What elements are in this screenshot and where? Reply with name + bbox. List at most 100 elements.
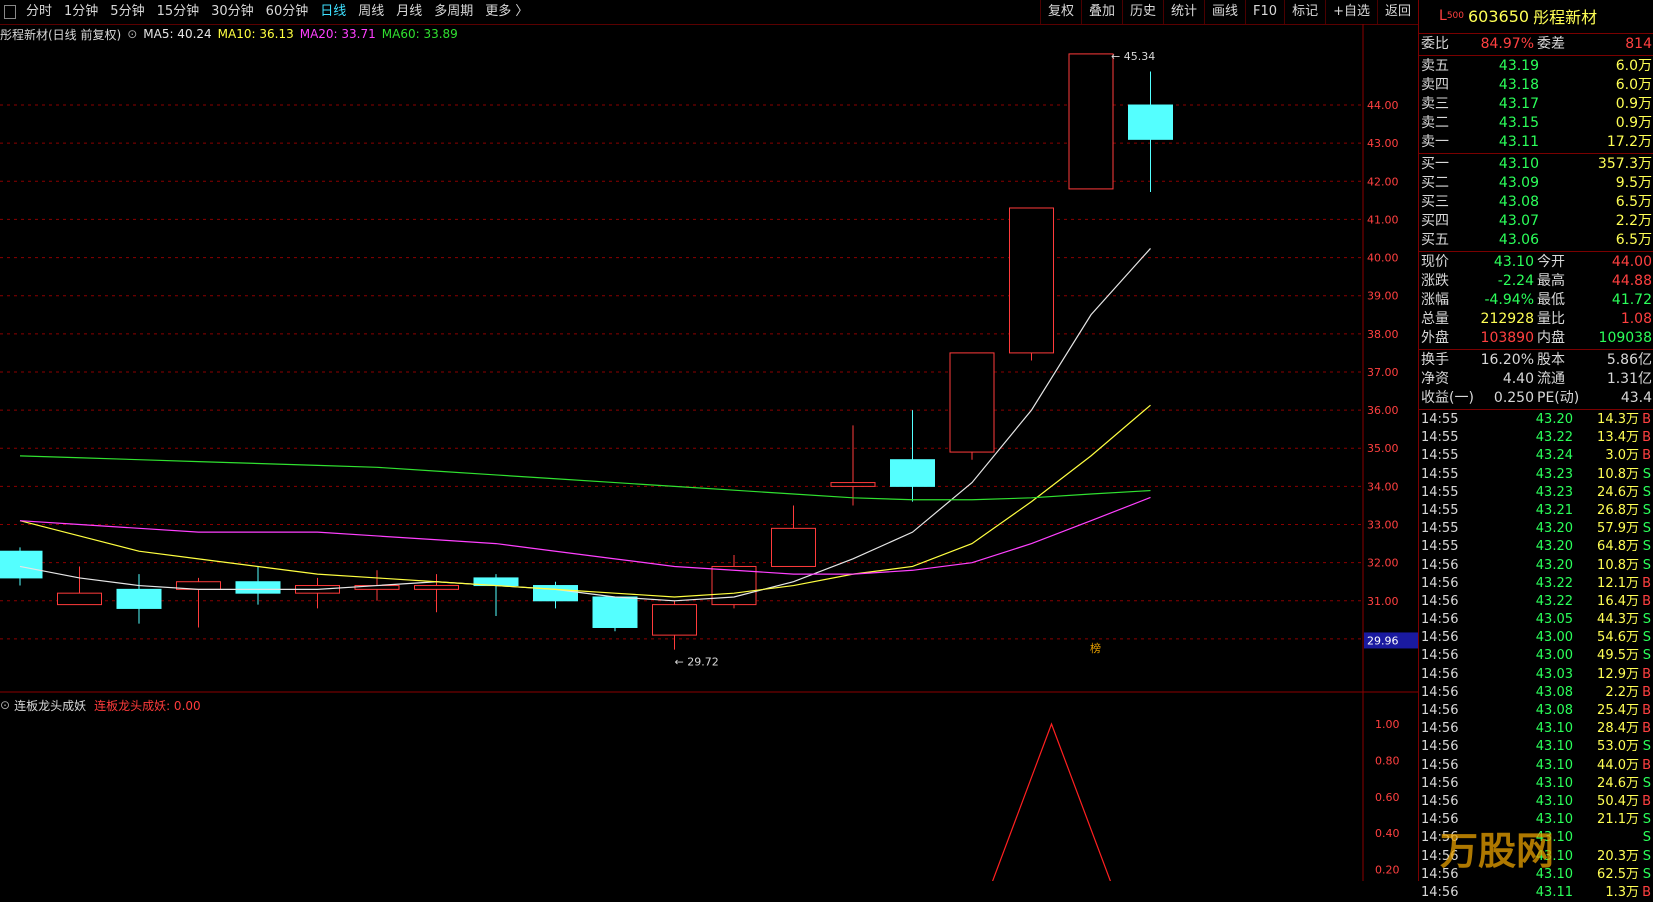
sub-axis-label: 1.00 (1375, 718, 1400, 731)
tick-price: 43.20 (1535, 521, 1573, 537)
tick-row: 14:56 43.11 1.3万 B (1419, 884, 1653, 902)
order-level[interactable]: 买一 43.10 357.3万 (1419, 155, 1653, 174)
sub-axis-label: 0.80 (1375, 754, 1400, 767)
tick-volume: 20.3万 (1597, 848, 1639, 864)
candle-body (711, 565, 757, 606)
level-label: 卖五 (1421, 58, 1449, 74)
candle-body (0, 550, 43, 579)
order-level[interactable]: 卖四 43.18 6.0万 (1419, 76, 1653, 95)
tick-time: 14:55 (1421, 430, 1459, 446)
tick-volume: 28.4万 (1597, 721, 1639, 737)
period-tab[interactable]: 60分钟 (260, 0, 315, 24)
period-tab[interactable]: 30分钟 (205, 0, 260, 24)
stat-label: 现价 (1421, 254, 1449, 270)
tool-button[interactable]: +自选 (1325, 0, 1377, 24)
tool-button[interactable]: 统计 (1163, 0, 1204, 24)
level-badge: L (1439, 8, 1447, 24)
tool-button[interactable]: 复权 (1039, 0, 1081, 24)
tick-volume: 25.4万 (1597, 703, 1639, 718)
tick-volume: 10.8万 (1597, 557, 1639, 573)
tick-side: B (1642, 684, 1651, 700)
tick-time: 14:55 (1421, 502, 1459, 518)
sub-collapse-icon[interactable]: ⊙ (0, 698, 10, 712)
order-level[interactable]: 卖一 43.11 17.2万 (1419, 133, 1653, 152)
tool-button[interactable]: F10 (1245, 0, 1284, 24)
order-level[interactable]: 卖五 43.19 6.0万 (1419, 57, 1653, 76)
stat-row: 涨跌 -2.24 最高 44.88 (1419, 272, 1653, 291)
tick-row: 14:55 43.23 10.8万 S (1419, 466, 1653, 484)
order-level[interactable]: 买二 43.09 9.5万 (1419, 174, 1653, 193)
tick-volume: 44.3万 (1597, 612, 1639, 628)
order-level[interactable]: 卖二 43.15 0.9万 (1419, 114, 1653, 133)
level-price: 43.08 (1498, 194, 1539, 210)
period-tab[interactable]: 月线 (390, 0, 428, 24)
order-level[interactable]: 买三 43.08 6.5万 (1419, 193, 1653, 212)
stat-value: -2.24 (1497, 273, 1534, 289)
level-volume: 17.2万 (1606, 134, 1652, 150)
price-axis-label: 32.00 (1367, 557, 1399, 570)
stock-code: 603650 (1468, 6, 1530, 26)
price-axis-label: 37.00 (1367, 366, 1399, 379)
tool-button[interactable]: 叠加 (1080, 0, 1122, 24)
tick-time: 14:56 (1421, 612, 1459, 628)
tick-time: 14:55 (1421, 412, 1459, 427)
tick-price: 43.08 (1535, 703, 1573, 718)
period-tab[interactable]: 5分钟 (104, 0, 150, 24)
kline-chart[interactable]: 44.00 43.00 42.00 41.00 40.00 39.00 38.00 37.00… (0, 24, 1418, 881)
price-axis-label: 31.00 (1367, 595, 1399, 608)
period-tab[interactable]: 多周期 (428, 0, 479, 24)
ma60-line (19, 455, 1151, 501)
level-label: 卖一 (1421, 134, 1449, 150)
level-price: 43.06 (1498, 232, 1539, 248)
stat-label: 涨幅 (1421, 292, 1449, 308)
tick-side: B (1642, 884, 1651, 900)
tick-price: 43.10 (1535, 721, 1573, 737)
sub-indicator-name[interactable]: 连板龙头成妖 (14, 697, 86, 714)
tick-time: 14:56 (1421, 721, 1459, 737)
price-axis-label: 35.00 (1367, 442, 1399, 455)
tick-price: 43.23 (1535, 466, 1573, 482)
tick-side: B (1642, 793, 1651, 809)
tick-volume: 1.3万 (1605, 884, 1639, 900)
period-tab[interactable]: 15分钟 (151, 0, 206, 24)
period-tab[interactable]: 更多 〉 (479, 0, 534, 24)
tick-row: 14:55 43.22 13.4万 B (1419, 429, 1653, 447)
order-level[interactable]: 买四 43.07 2.2万 (1419, 212, 1653, 231)
tick-volume: 57.9万 (1597, 521, 1639, 537)
stat-label: 收益(一) (1421, 390, 1474, 406)
order-level[interactable]: 卖三 43.17 0.9万 (1419, 95, 1653, 114)
period-tab[interactable]: 1分钟 (58, 0, 104, 24)
tick-volume: 50.4万 (1597, 793, 1639, 809)
tick-row: 14:55 43.20 14.3万 B (1419, 411, 1653, 429)
price-axis-label: 42.00 (1367, 175, 1399, 188)
menu-icon[interactable] (4, 5, 16, 19)
stat-value: 212928 (1480, 311, 1534, 327)
price-axis-label: 40.00 (1367, 252, 1399, 265)
order-level[interactable]: 买五 43.06 6.5万 (1419, 231, 1653, 250)
level-volume: 357.3万 (1597, 156, 1652, 172)
sub-indicator-value: 连板龙头成妖: 0.00 (94, 698, 201, 713)
price-axis-label: 44.00 (1367, 99, 1399, 112)
period-tab[interactable]: 日线 (314, 0, 352, 24)
tool-button[interactable]: 标记 (1284, 0, 1325, 24)
period-tab[interactable]: 周线 (352, 0, 390, 24)
tick-volume: 14.3万 (1597, 412, 1639, 427)
tick-price: 43.20 (1535, 539, 1573, 555)
tool-button[interactable]: 画线 (1204, 0, 1245, 24)
tick-row: 14:55 43.20 57.9万 S (1419, 520, 1653, 538)
tool-button[interactable]: 历史 (1121, 0, 1163, 24)
tick-side: S (1642, 812, 1651, 828)
tick-side: B (1642, 757, 1651, 773)
price-axis-label: 38.00 (1367, 328, 1399, 341)
tick-price: 43.22 (1535, 575, 1573, 591)
tick-time: 14:56 (1421, 793, 1459, 809)
tick-price: 43.00 (1535, 648, 1573, 664)
period-tab[interactable]: 分时 (20, 0, 58, 24)
stat-row: 净资 4.40 流通 1.31亿 (1419, 370, 1653, 389)
tick-side: S (1642, 648, 1651, 664)
tick-side: S (1642, 466, 1651, 482)
stat-row: 现价 43.10 今开 44.00 (1419, 253, 1653, 272)
tick-side: S (1642, 539, 1651, 555)
tick-side: S (1642, 848, 1651, 864)
tool-button[interactable]: 返回 (1376, 0, 1418, 24)
